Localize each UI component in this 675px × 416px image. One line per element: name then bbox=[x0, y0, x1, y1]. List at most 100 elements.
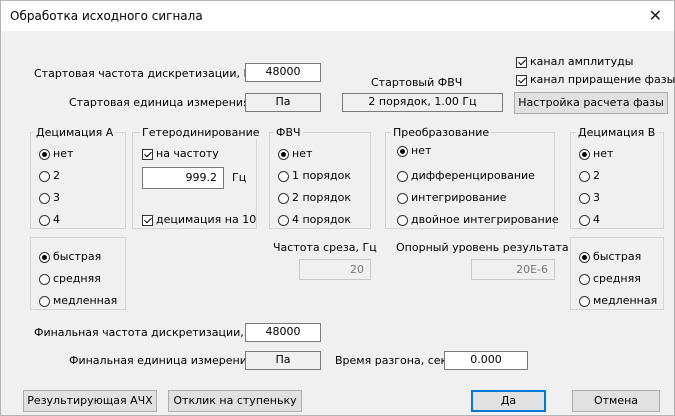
resulting-afc-button[interactable]: Результирующая АЧХ bbox=[23, 390, 157, 412]
option-label: нет bbox=[292, 147, 313, 160]
option-label: 2 bbox=[53, 169, 60, 182]
radio-icon bbox=[579, 192, 590, 204]
phase-settings-button[interactable]: Настройка расчета фазы bbox=[514, 92, 668, 114]
decimation-b-title: Децимация В bbox=[576, 126, 658, 139]
option-label: 4 bbox=[53, 213, 60, 226]
radio-icon bbox=[278, 170, 289, 182]
option-label: 3 bbox=[53, 191, 60, 204]
option-label: медленная bbox=[53, 294, 118, 307]
decim-b-option-4[interactable]: 4 bbox=[579, 212, 600, 228]
decim-a-option-none[interactable]: нет bbox=[39, 146, 73, 162]
amplitude-channel-label: канал амплитуды bbox=[530, 55, 634, 68]
radio-icon bbox=[39, 251, 50, 263]
hetero-frequency-checkbox[interactable]: на частоту bbox=[142, 146, 219, 162]
speed-a-medium[interactable]: средняя bbox=[39, 271, 101, 287]
cutoff-label: Частота среза, Гц bbox=[273, 241, 377, 254]
step-response-button[interactable]: Отклик на ступеньку bbox=[168, 390, 302, 412]
option-label: медленная bbox=[593, 294, 658, 307]
start-unit-label: Стартовая единица измерения bbox=[69, 96, 250, 109]
transform-title: Преобразование bbox=[391, 126, 492, 139]
decim-b-option-2[interactable]: 2 bbox=[579, 168, 600, 184]
decim-b-option-3[interactable]: 3 bbox=[579, 190, 600, 206]
hetero-decimation-checkbox[interactable]: децимация на 10 bbox=[142, 212, 256, 228]
hpf-option-4[interactable]: 4 порядок bbox=[278, 212, 351, 228]
transform-option-diff[interactable]: дифференцирование bbox=[397, 168, 535, 184]
cutoff-field[interactable]: 20 bbox=[299, 259, 371, 280]
radio-icon bbox=[397, 214, 408, 226]
radio-icon bbox=[579, 148, 590, 160]
hpf-option-none[interactable]: нет bbox=[278, 146, 312, 162]
radio-icon bbox=[39, 214, 50, 226]
cancel-button[interactable]: Отмена bbox=[572, 390, 660, 412]
hpf-group-title: ФВЧ bbox=[274, 126, 303, 139]
speed-b-fast[interactable]: быстрая bbox=[579, 249, 641, 265]
ref-level-field[interactable]: 20E-6 bbox=[471, 259, 555, 280]
decim-b-option-none[interactable]: нет bbox=[579, 146, 613, 162]
radio-icon bbox=[579, 295, 590, 307]
radio-icon bbox=[39, 170, 50, 182]
close-icon[interactable]: ✕ bbox=[649, 6, 662, 25]
amplitude-channel-checkbox[interactable]: канал амплитуды bbox=[516, 54, 633, 70]
decim-a-option-2[interactable]: 2 bbox=[39, 168, 60, 184]
decim-a-option-3[interactable]: 3 bbox=[39, 190, 60, 206]
final-unit-label: Финальная единица измерения bbox=[69, 354, 254, 367]
hetero-frequency-label: на частоту bbox=[156, 147, 219, 160]
option-label: 3 bbox=[593, 191, 600, 204]
speed-b-medium[interactable]: средняя bbox=[579, 271, 641, 287]
hpf-field: 2 порядок, 1.00 Гц bbox=[342, 93, 503, 112]
radio-icon bbox=[278, 192, 289, 204]
option-label: 1 порядок bbox=[292, 169, 351, 182]
phase-channel-label: канал приращение фазы bbox=[530, 73, 675, 86]
transform-option-none[interactable]: нет bbox=[397, 143, 431, 159]
decimation-a-title: Децимация А bbox=[34, 126, 116, 139]
hpf-option-1[interactable]: 1 порядок bbox=[278, 168, 351, 184]
radio-icon bbox=[397, 192, 408, 204]
checkbox-icon bbox=[516, 56, 527, 68]
option-label: быстрая bbox=[593, 250, 642, 263]
radio-icon bbox=[278, 148, 289, 160]
accel-time-field[interactable]: 0.000 bbox=[444, 351, 528, 370]
radio-icon bbox=[39, 148, 50, 160]
radio-icon bbox=[278, 214, 289, 226]
radio-icon bbox=[39, 295, 50, 307]
final-unit-field[interactable]: Па bbox=[245, 351, 321, 370]
start-unit-field[interactable]: Па bbox=[245, 93, 321, 112]
radio-icon bbox=[579, 251, 590, 263]
radio-icon bbox=[39, 192, 50, 204]
speed-a-fast[interactable]: быстрая bbox=[39, 249, 101, 265]
radio-icon bbox=[579, 214, 590, 226]
hetero-frequency-input[interactable]: 999.2 bbox=[142, 167, 224, 189]
hetero-frequency-unit: Гц bbox=[232, 171, 247, 184]
speed-b-slow[interactable]: медленная bbox=[579, 293, 657, 309]
phase-channel-checkbox[interactable]: канал приращение фазы bbox=[516, 72, 675, 88]
checkbox-icon bbox=[142, 214, 153, 226]
final-rate-field[interactable]: 48000 bbox=[245, 323, 321, 342]
option-label: 2 порядок bbox=[292, 191, 351, 204]
radio-icon bbox=[397, 170, 408, 182]
option-label: 4 bbox=[593, 213, 600, 226]
hpf-label: Стартовый ФВЧ bbox=[371, 76, 463, 89]
option-label: 4 порядок bbox=[292, 213, 351, 226]
speed-a-slow[interactable]: медленная bbox=[39, 293, 117, 309]
hpf-option-2[interactable]: 2 порядок bbox=[278, 190, 351, 206]
option-label: 2 bbox=[593, 169, 600, 182]
title-bar: Обработка исходного сигнала ✕ bbox=[1, 1, 674, 31]
decim-a-option-4[interactable]: 4 bbox=[39, 212, 60, 228]
heterodyning-title: Гетеродинирование bbox=[140, 126, 262, 139]
start-rate-label: Стартовая частота дискретизации, Гц bbox=[34, 67, 258, 80]
ok-button[interactable]: Да bbox=[471, 390, 546, 412]
option-label: быстрая bbox=[53, 250, 102, 263]
option-label: нет bbox=[53, 147, 74, 160]
final-rate-label: Финальная частота дискретизации, Гц bbox=[34, 326, 262, 339]
radio-icon bbox=[579, 273, 590, 285]
accel-time-label: Время разгона, сек bbox=[335, 354, 448, 367]
checkbox-icon bbox=[142, 148, 153, 160]
option-label: средняя bbox=[53, 272, 101, 285]
option-label: дифференцирование bbox=[411, 169, 535, 182]
start-rate-field[interactable]: 48000 bbox=[245, 63, 321, 82]
transform-option-int[interactable]: интегрирование bbox=[397, 190, 506, 206]
transform-option-double-int[interactable]: двойное интегрирование bbox=[397, 212, 559, 228]
option-label: нет bbox=[411, 144, 432, 157]
hetero-decimation-label: децимация на 10 bbox=[156, 213, 257, 226]
option-label: средняя bbox=[593, 272, 641, 285]
